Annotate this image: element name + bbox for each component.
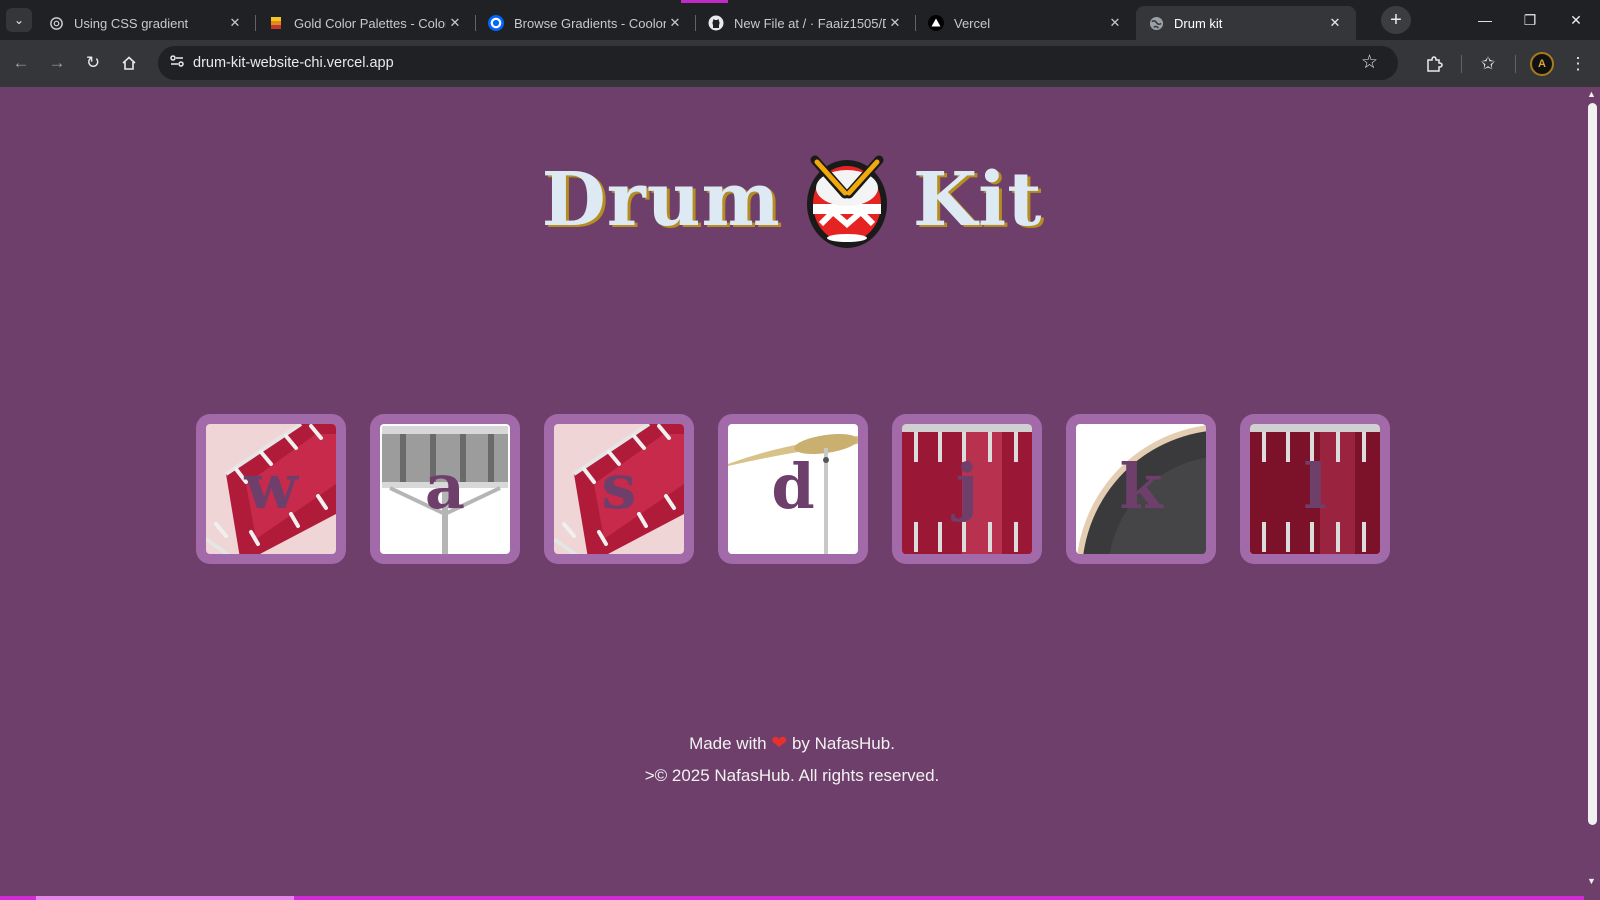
close-tab-icon[interactable]: ✕ (226, 15, 244, 31)
tab-title: Gold Color Palettes - Color H (294, 15, 446, 31)
openai-icon (48, 15, 64, 31)
tab-title: Vercel (954, 15, 991, 31)
footer-copyright: >© 2025 NafasHub. All rights reserved. (644, 766, 940, 785)
coolors-icon (488, 15, 504, 31)
chevron-down-icon: ⌄ (13, 13, 25, 27)
drum-button-s[interactable]: s (544, 414, 694, 564)
tab-title: Browse Gradients - Coolors (514, 15, 666, 31)
tom-drum-image: w (206, 424, 336, 554)
tab-gold-color-palettes[interactable]: Gold Color Palettes - Color H ✕ (256, 6, 476, 40)
url-text: drum-kit-website-chi.vercel.app (193, 55, 394, 71)
snare-on-stand-image: a (380, 424, 510, 554)
reload-button[interactable]: ↻ (80, 50, 106, 76)
back-button[interactable]: ← (8, 50, 34, 76)
drum-icon (805, 152, 889, 248)
bookmark-star-icon[interactable]: ☆ (1361, 46, 1378, 80)
puzzle-icon (1425, 56, 1443, 77)
tab-using-css-gradient[interactable]: Using CSS gradient ✕ (36, 6, 256, 40)
github-icon (708, 15, 724, 31)
kebab-menu-icon: ⋮ (1569, 54, 1587, 73)
toolbar-separator (1515, 55, 1516, 73)
drum-key-label: w (244, 450, 298, 523)
drum-key-label: d (771, 450, 815, 523)
title-word-drum: Drum (541, 157, 781, 243)
drum-key-label: j (955, 450, 979, 523)
bass-drum-image: k (1076, 424, 1206, 554)
bookmarks-button[interactable]: ✩ (1474, 50, 1502, 78)
tab-title: New File at / · Faaiz1505/Dru (734, 15, 886, 31)
drum-button-d[interactable]: d (718, 414, 868, 564)
drum-key-label: s (601, 450, 637, 523)
scrollbar-thumb[interactable] (1588, 103, 1597, 825)
site-info-icon[interactable] (168, 54, 186, 72)
tab-strip: ⌄ Using CSS gradient ✕ Gold Color Palett… (0, 0, 1600, 40)
close-window-button[interactable]: ✕ (1561, 8, 1591, 32)
vertical-scrollbar[interactable]: ▲ ▼ (1584, 87, 1600, 900)
palette-icon (268, 15, 284, 31)
footer-author: by NafasHub. (791, 734, 895, 753)
home-icon (121, 56, 137, 75)
browser-toolbar: ← → ↻ drum-kit-website-chi.vercel.app ☆ … (0, 40, 1600, 87)
tom-drum-image: s (554, 424, 684, 554)
drum-key-label: l (1303, 450, 1327, 523)
address-bar[interactable]: drum-kit-website-chi.vercel.app ☆ (158, 46, 1398, 80)
tab-browse-gradients[interactable]: Browse Gradients - Coolors ✕ (476, 6, 696, 40)
profile-avatar[interactable]: A (1530, 52, 1554, 76)
scroll-down-icon[interactable]: ▼ (1587, 876, 1596, 886)
drum-button-j[interactable]: j (892, 414, 1042, 564)
page-load-highlight (36, 896, 294, 900)
close-tab-icon[interactable]: ✕ (1106, 15, 1124, 31)
new-tab-button[interactable]: + (1381, 6, 1411, 34)
floor-tom-image: j (902, 424, 1032, 554)
restore-icon: ❐ (1523, 12, 1537, 28)
tab-title: Drum kit (1174, 15, 1223, 31)
tab-drum-kit[interactable]: Drum kit ✕ (1136, 6, 1356, 40)
footer-made-with: Made with (689, 734, 767, 753)
plus-icon: + (1390, 9, 1402, 31)
globe-icon (1148, 15, 1164, 31)
tab-vercel[interactable]: Vercel ✕ (916, 6, 1136, 40)
forward-button[interactable]: → (44, 50, 70, 76)
minimize-icon: — (1478, 12, 1492, 28)
tab-title: Using CSS gradient (74, 15, 189, 31)
arrow-left-icon: ← (12, 53, 30, 72)
reload-icon: ↻ (85, 53, 101, 72)
minimize-button[interactable]: — (1470, 8, 1500, 32)
extensions-button[interactable] (1420, 50, 1448, 78)
footer-credit: Made with ❤ by NafasHub. (0, 732, 1584, 755)
tab-audio-indicator (681, 0, 728, 3)
arrow-right-icon: → (48, 53, 66, 72)
toolbar-separator (1461, 55, 1462, 73)
drum-button-l[interactable]: l (1240, 414, 1390, 564)
tab-github-new-file[interactable]: New File at / · Faaiz1505/Dru ✕ (696, 6, 916, 40)
floor-tom-dark-image: l (1250, 424, 1380, 554)
title-word-kit: Kit (912, 157, 1043, 243)
star-list-icon: ✩ (1480, 54, 1496, 73)
close-tab-icon[interactable]: ✕ (886, 15, 904, 31)
close-tab-icon[interactable]: ✕ (446, 15, 464, 31)
drum-key-label: k (1119, 450, 1163, 523)
tab-search-button[interactable]: ⌄ (6, 8, 32, 32)
vercel-icon (928, 15, 944, 31)
drum-button-k[interactable]: k (1066, 414, 1216, 564)
menu-button[interactable]: ⋮ (1564, 50, 1592, 78)
close-tab-icon[interactable]: ✕ (1326, 15, 1344, 31)
cymbal-image: d (728, 424, 858, 554)
page-title: Drum Kit (0, 150, 1584, 250)
heart-icon: ❤ (771, 733, 788, 754)
drum-button-a[interactable]: a (370, 414, 520, 564)
restore-button[interactable]: ❐ (1515, 8, 1545, 32)
scroll-up-icon[interactable]: ▲ (1587, 89, 1596, 99)
home-button[interactable] (116, 50, 142, 76)
close-tab-icon[interactable]: ✕ (666, 15, 684, 31)
close-icon: ✕ (1570, 12, 1582, 28)
drum-key-label: a (424, 450, 466, 523)
drum-button-w[interactable]: w (196, 414, 346, 564)
